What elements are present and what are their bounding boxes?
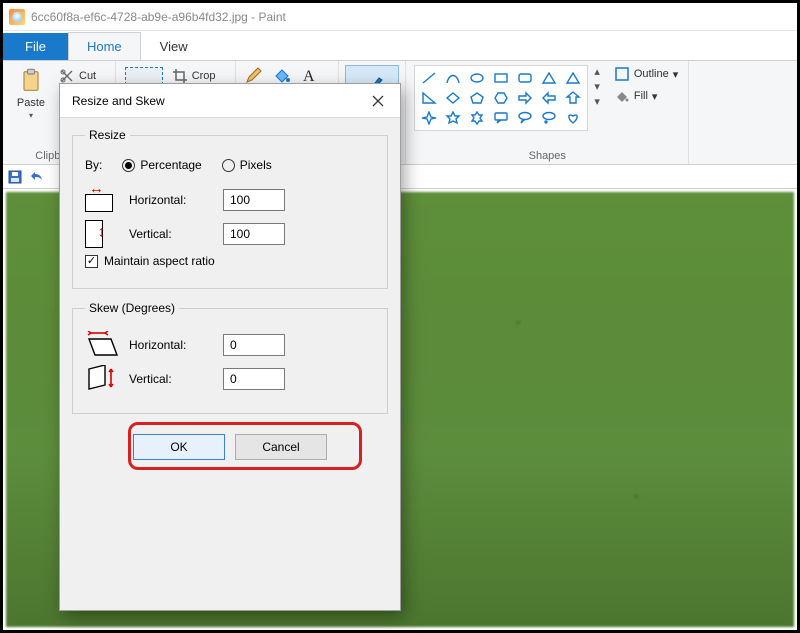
skew-horizontal-label: Horizontal: [129,338,213,352]
pixels-label: Pixels [240,158,272,172]
close-icon [372,95,384,107]
radio-checked-icon [122,159,135,172]
cancel-button[interactable]: Cancel [235,434,327,460]
resize-fieldset: Resize By: Percentage Pixels ↔ Horizonta… [72,128,388,289]
resize-skew-dialog: Resize and Skew Resize By: Percentage Pi… [59,83,401,611]
skew-horizontal-input[interactable] [223,334,285,356]
resize-horizontal-input[interactable] [223,189,285,211]
skew-horizontal-icon [85,331,119,359]
resize-vertical-icon: ↔ [85,220,119,248]
resize-legend: Resize [85,128,130,142]
horizontal-label: Horizontal: [129,193,213,207]
dialog-titlebar: Resize and Skew [60,84,400,118]
radio-percentage[interactable]: Percentage [122,158,201,172]
radio-pixels[interactable]: Pixels [222,158,272,172]
by-label: By: [85,158,102,172]
skew-fieldset: Skew (Degrees) Horizontal: Vertical: [72,301,388,414]
dialog-title: Resize and Skew [72,94,165,108]
skew-legend: Skew (Degrees) [85,301,179,315]
percentage-label: Percentage [140,158,201,172]
close-button[interactable] [364,89,392,113]
skew-vertical-icon [85,365,119,393]
vertical-label: Vertical: [129,227,213,241]
aspect-label: Maintain aspect ratio [104,254,215,268]
skew-vertical-input[interactable] [223,368,285,390]
ok-button[interactable]: OK [133,434,225,460]
resize-horizontal-icon: ↔ [85,186,119,214]
radio-unchecked-icon [222,159,235,172]
maintain-aspect-checkbox[interactable]: ✓ Maintain aspect ratio [85,254,215,268]
skew-vertical-label: Vertical: [129,372,213,386]
checkbox-checked-icon: ✓ [85,255,98,268]
resize-vertical-input[interactable] [223,223,285,245]
dialog-overlay: Resize and Skew Resize By: Percentage Pi… [3,3,797,630]
